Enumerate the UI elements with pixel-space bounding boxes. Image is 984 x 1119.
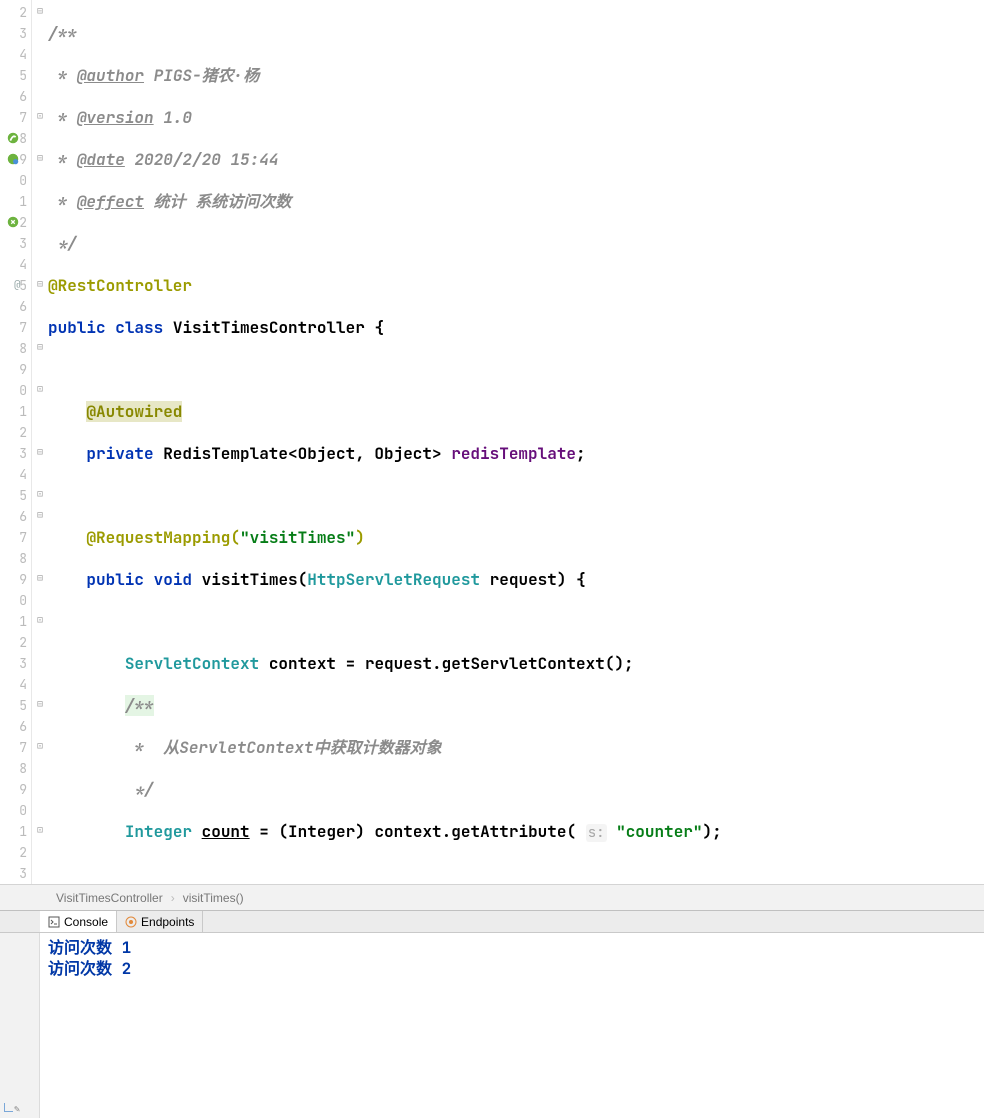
request-mapping-mark: @ xyxy=(14,275,21,296)
tab-endpoints-label: Endpoints xyxy=(141,915,194,929)
effect-tag: @effect xyxy=(77,191,144,212)
autowired-icon xyxy=(6,215,20,229)
autowired-anno: @Autowired xyxy=(86,401,182,422)
editor[interactable]: 2 3 4 5 6 7 8 9 0 1 2 3 4 5 @ 6 7 8 9 0 … xyxy=(0,0,984,884)
redis-template-field: redisTemplate xyxy=(451,443,576,464)
author-tag: @author xyxy=(77,65,144,86)
console-line: 访问次数 xyxy=(48,937,122,958)
doc-start: /** xyxy=(48,23,77,44)
param-hint: s: xyxy=(586,824,607,842)
console-output[interactable]: 访问次数 1 访问次数 2 xyxy=(40,933,984,1118)
tool-tabs: Console Endpoints xyxy=(0,911,984,933)
console-line: 访问次数 xyxy=(48,958,122,979)
run-tool-window: Console Endpoints ✎ 访问次数 1 访问次数 2 xyxy=(0,910,984,1118)
method-name: visitTimes( xyxy=(202,569,308,590)
console-toolbar[interactable]: ✎ xyxy=(0,933,40,1118)
tab-endpoints[interactable]: Endpoints xyxy=(117,911,203,932)
fold-column: ⊟⊡ ⊟ ⊟⊟⊡ ⊟⊡ ⊟⊟⊡ ⊟⊡ ⊡ xyxy=(32,0,48,884)
line-gutter: 2 3 4 5 6 7 8 9 0 1 2 3 4 5 @ 6 7 8 9 0 … xyxy=(0,0,32,884)
tab-console[interactable]: Console xyxy=(40,911,117,932)
request-mapping-anno: @RequestMapping( xyxy=(86,527,240,548)
breadcrumb[interactable]: VisitTimesController › visitTimes() xyxy=(0,884,984,910)
chevron-right-icon: › xyxy=(171,891,175,905)
date-tag: @date xyxy=(77,149,125,170)
breadcrumb-method[interactable]: visitTimes() xyxy=(183,891,244,905)
version-tag: @version xyxy=(77,107,154,128)
code-area[interactable]: /** * @author PIGS-猪农·杨 * @version 1.0 *… xyxy=(48,0,984,884)
endpoints-icon xyxy=(125,916,137,928)
console-icon xyxy=(48,916,60,928)
edit-icon[interactable]: ✎ xyxy=(14,1102,20,1115)
class-name: VisitTimesController xyxy=(173,317,365,338)
spring-bean-icon xyxy=(6,152,20,166)
spring-icon xyxy=(6,131,20,145)
tab-console-label: Console xyxy=(64,915,108,929)
breadcrumb-class[interactable]: VisitTimesController xyxy=(56,891,163,905)
rest-controller-anno: @RestController xyxy=(48,275,192,296)
